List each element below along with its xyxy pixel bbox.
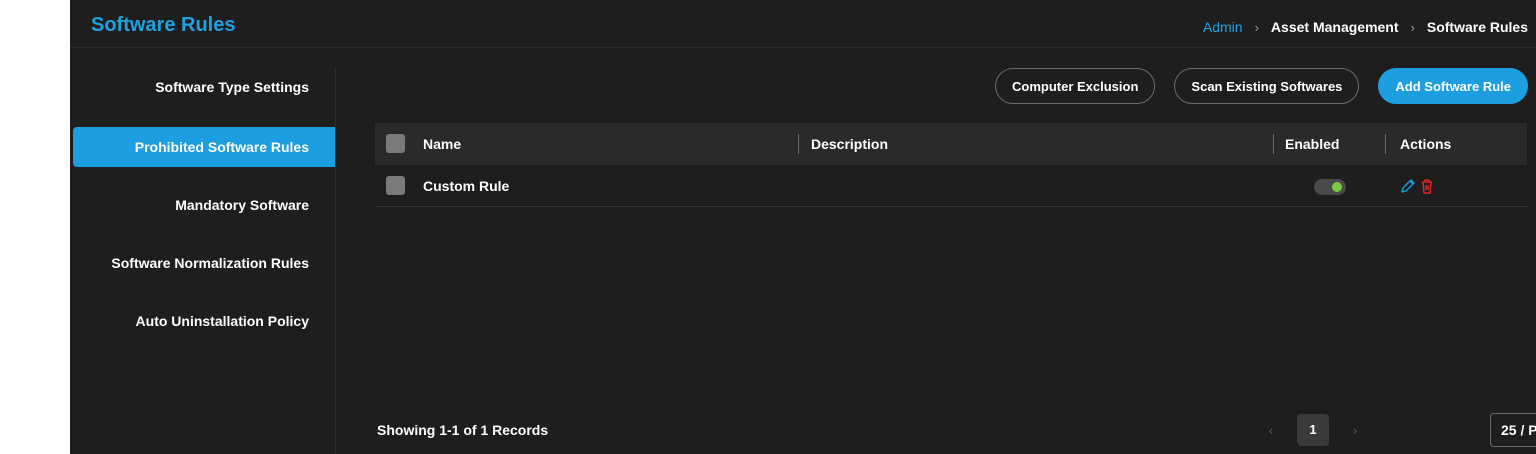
toggle-knob: [1332, 182, 1342, 192]
computer-exclusion-button[interactable]: Computer Exclusion: [995, 68, 1156, 104]
table-row[interactable]: Custom Rule: [375, 165, 1527, 207]
breadcrumb-current: Software Rules: [1426, 19, 1528, 35]
software-rules-table: Name Description Enabled Actions Custom …: [375, 123, 1527, 207]
row-checkbox[interactable]: [386, 176, 405, 195]
rule-name: Custom Rule: [423, 178, 510, 194]
trash-icon[interactable]: [1418, 177, 1436, 195]
column-divider[interactable]: [1273, 134, 1274, 154]
records-count: Showing 1-1 of 1 Records: [377, 422, 549, 438]
column-header-actions: Actions: [1400, 136, 1452, 152]
page-header: Software Rules Admin › Asset Management …: [70, 0, 1536, 48]
breadcrumb-admin-link[interactable]: Admin: [1203, 19, 1243, 35]
column-divider[interactable]: [1385, 134, 1386, 154]
pencil-icon[interactable]: [1399, 177, 1417, 195]
sidebar-item-prohibited-software-rules[interactable]: Prohibited Software Rules: [73, 127, 335, 167]
sidebar-item-mandatory-software[interactable]: Mandatory Software: [175, 197, 309, 213]
column-header-description[interactable]: Description: [811, 123, 888, 165]
breadcrumb: Admin › Asset Management › Software Rule…: [1203, 19, 1528, 35]
main-content: Computer Exclusion Scan Existing Softwar…: [336, 48, 1536, 454]
pagination: ‹ 1 ›: [1258, 414, 1368, 446]
page-size-value: 25 / Page: [1501, 422, 1536, 438]
select-all-checkbox[interactable]: [386, 134, 405, 153]
prev-page-icon[interactable]: ‹: [1258, 422, 1284, 438]
page-number-button[interactable]: 1: [1297, 414, 1329, 446]
column-header-name[interactable]: Name: [423, 123, 461, 165]
page-title: Software Rules: [91, 14, 236, 36]
toolbar: Computer Exclusion Scan Existing Softwar…: [995, 68, 1528, 104]
chevron-right-icon: ›: [1410, 19, 1415, 35]
page-size-select[interactable]: 25 / Page: [1490, 413, 1536, 447]
column-header-enabled[interactable]: Enabled: [1285, 123, 1339, 165]
app-window: Software Rules Admin › Asset Management …: [70, 0, 1536, 454]
sidebar: Software Type Settings Prohibited Softwa…: [70, 68, 336, 454]
sidebar-item-software-normalization-rules[interactable]: Software Normalization Rules: [111, 255, 309, 271]
add-software-rule-button[interactable]: Add Software Rule: [1378, 68, 1528, 104]
next-page-icon[interactable]: ›: [1342, 422, 1368, 438]
enabled-toggle[interactable]: [1314, 179, 1346, 195]
sidebar-item-auto-uninstallation-policy[interactable]: Auto Uninstallation Policy: [136, 313, 309, 329]
sidebar-item-software-type-settings[interactable]: Software Type Settings: [155, 79, 309, 95]
scan-existing-softwares-button[interactable]: Scan Existing Softwares: [1174, 68, 1360, 104]
table-footer: Showing 1-1 of 1 Records ‹ 1 › 25 / Page: [336, 406, 1536, 454]
breadcrumb-asset-management[interactable]: Asset Management: [1271, 19, 1399, 35]
chevron-right-icon: ›: [1254, 19, 1259, 35]
column-divider[interactable]: [798, 134, 799, 154]
table-header: Name Description Enabled Actions: [375, 123, 1527, 165]
